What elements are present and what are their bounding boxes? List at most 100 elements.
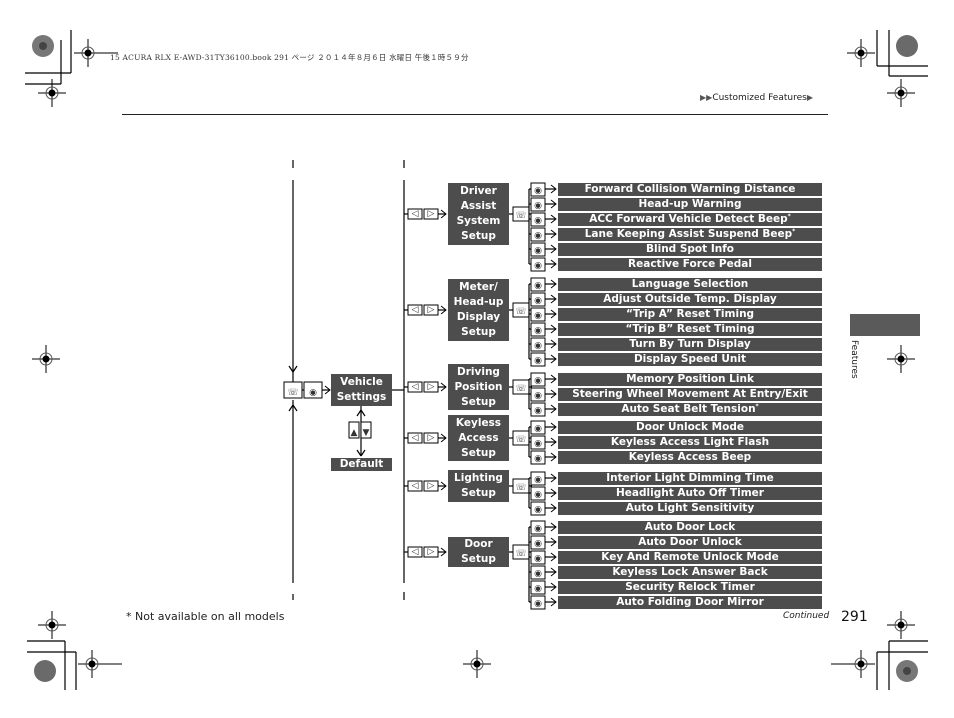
setting-item-label: “Trip B” Reset Timing bbox=[625, 323, 755, 335]
setting-item-label: Lane Keeping Assist Suspend Beep bbox=[584, 228, 793, 240]
setting-item[interactable]: Head-up Warning bbox=[558, 198, 822, 211]
svg-text:◉: ◉ bbox=[534, 584, 542, 594]
setting-item[interactable]: Auto Seat Belt Tension* bbox=[558, 403, 822, 416]
group-box[interactable]: Meter/ Head-up Display Setup bbox=[448, 279, 509, 341]
svg-text:◉: ◉ bbox=[534, 216, 542, 226]
setting-item-label: Steering Wheel Movement At Entry/Exit bbox=[572, 388, 808, 400]
setting-item[interactable]: Adjust Outside Temp. Display bbox=[558, 293, 822, 306]
setting-item[interactable]: Security Relock Timer bbox=[558, 581, 822, 594]
svg-text:◉: ◉ bbox=[534, 391, 542, 401]
phone-button-icon: ☏ bbox=[283, 381, 303, 399]
setting-item-label: Auto Seat Belt Tension bbox=[621, 403, 756, 415]
group-box[interactable]: Driving Position Setup bbox=[448, 364, 509, 410]
setting-item[interactable]: Auto Folding Door Mirror bbox=[558, 596, 822, 609]
setting-item-label: Keyless Lock Answer Back bbox=[612, 566, 768, 578]
down-knob-icon: ▼ bbox=[360, 421, 372, 439]
setting-item[interactable]: “Trip A” Reset Timing bbox=[558, 308, 822, 321]
svg-text:◁: ◁ bbox=[412, 433, 419, 443]
setting-item-label: Auto Folding Door Mirror bbox=[616, 596, 764, 608]
selector-knob-icon: ◉ bbox=[530, 277, 546, 292]
setting-item-label: Headlight Auto Off Timer bbox=[616, 487, 764, 499]
setting-item-label: Head-up Warning bbox=[638, 198, 742, 210]
selector-knob-icon: ◉ bbox=[530, 486, 546, 501]
setting-item[interactable]: Lane Keeping Assist Suspend Beep* bbox=[558, 228, 822, 241]
svg-text:▷: ▷ bbox=[428, 547, 435, 557]
selector-knob-icon: ◉ bbox=[530, 227, 546, 242]
footnote-marker: * bbox=[792, 228, 796, 235]
selector-knob-icon: ◉ bbox=[530, 242, 546, 257]
setting-item[interactable]: Auto Door Lock bbox=[558, 521, 822, 534]
svg-text:▷: ▷ bbox=[428, 382, 435, 392]
setting-item[interactable]: Door Unlock Mode bbox=[558, 421, 822, 434]
group-box[interactable]: Lighting Setup bbox=[448, 470, 509, 502]
svg-text:◉: ◉ bbox=[534, 505, 542, 515]
selector-knob-icon: ◉ bbox=[530, 307, 546, 322]
setting-item[interactable]: Auto Light Sensitivity bbox=[558, 502, 822, 515]
setting-item[interactable]: Memory Position Link bbox=[558, 373, 822, 386]
setting-item[interactable]: Key And Remote Unlock Mode bbox=[558, 551, 822, 564]
setting-item[interactable]: ACC Forward Vehicle Detect Beep* bbox=[558, 213, 822, 226]
svg-text:◁: ◁ bbox=[412, 481, 419, 491]
selector-knob-icon: ◉ bbox=[530, 322, 546, 337]
svg-text:◉: ◉ bbox=[534, 554, 542, 564]
svg-text:◉: ◉ bbox=[534, 569, 542, 579]
setting-item-label: Turn By Turn Display bbox=[629, 338, 751, 350]
group-box[interactable]: Door Setup bbox=[448, 537, 509, 567]
phone-button-icon: ☏ bbox=[512, 478, 530, 494]
rotate-left-icon: ◁ bbox=[407, 480, 423, 492]
setting-item[interactable]: Steering Wheel Movement At Entry/Exit bbox=[558, 388, 822, 401]
group-box[interactable]: Driver Assist System Setup bbox=[448, 183, 509, 245]
svg-text:◉: ◉ bbox=[534, 599, 542, 609]
page-number: 291 bbox=[841, 609, 868, 625]
vehicle-settings-box[interactable]: Vehicle Settings bbox=[331, 374, 392, 406]
continued-label: Continued bbox=[783, 611, 830, 621]
svg-text:◉: ◉ bbox=[534, 231, 542, 241]
default-box[interactable]: Default bbox=[331, 458, 392, 471]
setting-item-label: Security Relock Timer bbox=[625, 581, 755, 593]
selector-knob-icon: ◉ bbox=[530, 435, 546, 450]
footnote-marker: * bbox=[755, 403, 759, 410]
setting-item[interactable]: “Trip B” Reset Timing bbox=[558, 323, 822, 336]
setting-item[interactable]: Headlight Auto Off Timer bbox=[558, 487, 822, 500]
setting-item[interactable]: Auto Door Unlock bbox=[558, 536, 822, 549]
setting-item-label: Adjust Outside Temp. Display bbox=[603, 293, 777, 305]
rotate-right-icon: ▷ bbox=[423, 208, 439, 220]
svg-text:◉: ◉ bbox=[534, 424, 542, 434]
setting-item-label: Keyless Access Light Flash bbox=[610, 436, 770, 448]
setting-item[interactable]: Display Speed Unit bbox=[558, 353, 822, 366]
phone-button-icon: ☏ bbox=[512, 544, 530, 560]
svg-text:◉: ◉ bbox=[534, 201, 542, 211]
svg-text:◉: ◉ bbox=[309, 388, 317, 398]
svg-text:◉: ◉ bbox=[534, 539, 542, 549]
rotate-right-icon: ▷ bbox=[423, 480, 439, 492]
setting-item[interactable]: Turn By Turn Display bbox=[558, 338, 822, 351]
svg-text:◉: ◉ bbox=[534, 475, 542, 485]
svg-text:☏: ☏ bbox=[515, 307, 526, 317]
setting-item[interactable]: Reactive Force Pedal bbox=[558, 258, 822, 271]
selector-knob-icon: ◉ bbox=[530, 402, 546, 417]
svg-text:◉: ◉ bbox=[534, 261, 542, 271]
setting-item[interactable]: Language Selection bbox=[558, 278, 822, 291]
selector-knob-icon: ◉ bbox=[530, 352, 546, 367]
rotate-right-icon: ▷ bbox=[423, 381, 439, 393]
svg-text:▷: ▷ bbox=[428, 209, 435, 219]
setting-item[interactable]: Blind Spot Info bbox=[558, 243, 822, 256]
svg-text:◉: ◉ bbox=[534, 376, 542, 386]
setting-item[interactable]: Forward Collision Warning Distance bbox=[558, 183, 822, 196]
svg-text:◁: ◁ bbox=[412, 547, 419, 557]
selector-knob-icon: ◉ bbox=[530, 471, 546, 486]
svg-text:◉: ◉ bbox=[534, 439, 542, 449]
setting-item[interactable]: Keyless Access Light Flash bbox=[558, 436, 822, 449]
svg-text:◉: ◉ bbox=[534, 490, 542, 500]
rotate-left-icon: ◁ bbox=[407, 381, 423, 393]
selector-knob-icon: ◉ bbox=[530, 450, 546, 465]
setting-item[interactable]: Interior Light Dimming Time bbox=[558, 472, 822, 485]
setting-item[interactable]: Keyless Access Beep bbox=[558, 451, 822, 464]
setting-item[interactable]: Keyless Lock Answer Back bbox=[558, 566, 822, 579]
phone-button-icon: ☏ bbox=[512, 379, 530, 395]
selector-knob-icon: ◉ bbox=[530, 565, 546, 580]
group-box[interactable]: Keyless Access Setup bbox=[448, 415, 509, 461]
selector-knob-icon: ◉ bbox=[530, 420, 546, 435]
svg-text:◉: ◉ bbox=[534, 524, 542, 534]
setting-item-label: Auto Door Lock bbox=[644, 521, 736, 533]
